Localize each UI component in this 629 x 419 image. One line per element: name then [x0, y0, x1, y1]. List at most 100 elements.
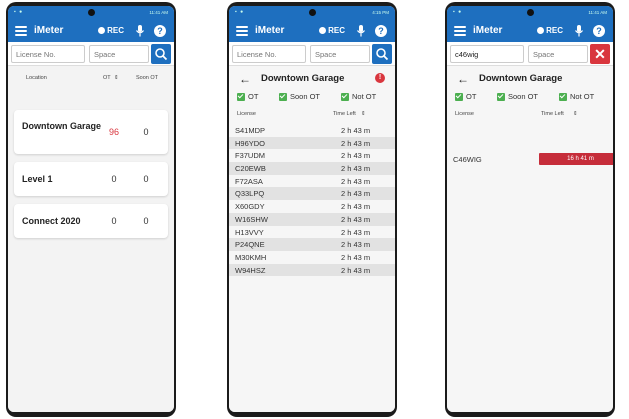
plate-row[interactable]: F72ASA 2 h 43 m: [229, 175, 395, 188]
plates-table-header: License Time Left ⇕: [229, 106, 395, 124]
menu-icon[interactable]: [15, 26, 27, 36]
plate-row[interactable]: Q33LPQ 2 h 43 m: [229, 187, 395, 201]
plate-license: C20EWB: [235, 164, 266, 174]
search-button[interactable]: [151, 44, 171, 64]
menu-icon[interactable]: [236, 26, 248, 36]
rec-dot-icon: [98, 27, 106, 34]
location-name: Level 1: [22, 174, 53, 184]
app-title: iMeter: [34, 25, 64, 36]
plate-time-left: 2 h 43 m: [341, 227, 371, 237]
license-search-input[interactable]: [450, 45, 524, 63]
filter-ot-label: OT: [466, 92, 477, 101]
plate-time-left: 2 h 43 m: [341, 214, 371, 224]
close-icon: ✕: [594, 46, 606, 62]
search-button[interactable]: [372, 44, 392, 64]
plate-row[interactable]: H13VVY 2 h 43 m: [229, 226, 395, 239]
garage-header: ← Downtown Garage: [447, 66, 613, 90]
status-icons: ▪ ●: [14, 9, 24, 15]
location-name: Connect 2020: [22, 216, 81, 226]
app-title: iMeter: [255, 25, 285, 36]
menu-icon[interactable]: [454, 26, 466, 36]
back-arrow-icon[interactable]: ←: [239, 72, 251, 86]
rec-toggle[interactable]: REC: [319, 26, 345, 35]
locations-header: Location OT ⇕ Soon OT: [8, 66, 174, 88]
plate-row[interactable]: F37UDM 2 h 43 m: [229, 149, 395, 162]
plate-license: X60GDY: [235, 202, 265, 212]
filter-row: OT Soon OT Not OT: [229, 90, 395, 106]
rec-toggle[interactable]: REC: [98, 26, 124, 35]
space-search-input[interactable]: [89, 45, 149, 63]
col-time-left[interactable]: Time Left: [333, 111, 356, 117]
help-icon[interactable]: ?: [593, 25, 605, 37]
search-icon: [155, 48, 168, 61]
search-row: [8, 42, 174, 66]
sort-icon[interactable]: ⇕: [114, 75, 119, 81]
space-search-input[interactable]: [310, 45, 370, 63]
plate-license: H13VVY: [235, 227, 264, 237]
plate-row[interactable]: H96YDO 2 h 43 m: [229, 136, 395, 150]
location-ot-count: 0: [111, 174, 117, 184]
plate-row[interactable]: W94HSZ 2 h 43 m: [229, 263, 395, 277]
checkbox-checked-icon: [237, 92, 245, 101]
plate-time-left: 2 h 43 m: [341, 252, 371, 262]
plate-time-left: 2 h 43 m: [341, 189, 371, 199]
search-row: ✕: [447, 42, 613, 66]
phone-1: ▪ ● 11:41 AM iMeter REC ? Locatio: [6, 2, 176, 417]
rec-toggle[interactable]: REC: [537, 26, 563, 35]
location-name: Downtown Garage: [22, 121, 102, 131]
location-card-connect[interactable]: Connect 2020 0 0: [14, 204, 168, 238]
location-ot-count: 0: [111, 216, 117, 226]
mic-icon[interactable]: [574, 24, 584, 38]
garage-title: Downtown Garage: [261, 73, 345, 84]
location-soon-count: 0: [143, 127, 149, 137]
col-soon-ot[interactable]: Soon OT: [136, 75, 158, 81]
filter-soon-ot[interactable]: Soon OT: [279, 92, 320, 101]
col-time-left[interactable]: Time Left: [541, 111, 564, 117]
filter-not-ot[interactable]: Not OT: [559, 92, 594, 101]
clear-search-button[interactable]: ✕: [590, 44, 610, 64]
plate-row[interactable]: M30KMH 2 h 43 m: [229, 251, 395, 264]
filter-not-ot-label: Not OT: [352, 92, 377, 101]
filter-soon-ot[interactable]: Soon OT: [497, 92, 538, 101]
location-card-downtown[interactable]: Downtown Garage 96 0: [14, 110, 168, 154]
col-license: License: [455, 111, 474, 117]
status-bar: ▪ ● 11:41 AM: [8, 6, 174, 20]
space-search-input[interactable]: [528, 45, 588, 63]
plate-row[interactable]: S41MDP 2 h 43 m: [229, 124, 395, 137]
help-icon[interactable]: ?: [375, 25, 387, 37]
license-search-input[interactable]: [232, 45, 306, 63]
col-ot[interactable]: OT: [103, 75, 111, 81]
plate-row[interactable]: P24QNE 2 h 43 m: [229, 238, 395, 251]
location-card-level1[interactable]: Level 1 0 0: [14, 162, 168, 196]
garage-header: ← Downtown Garage !: [229, 66, 395, 90]
plate-time-left: 2 h 43 m: [341, 126, 371, 135]
plate-row[interactable]: C20EWB 2 h 43 m: [229, 162, 395, 175]
mic-icon[interactable]: [356, 24, 366, 38]
license-search-input[interactable]: [11, 45, 85, 63]
filter-not-ot-label: Not OT: [570, 92, 595, 101]
plate-time-left: 2 h 43 m: [341, 138, 371, 148]
mic-icon[interactable]: [135, 24, 145, 38]
help-icon[interactable]: ?: [154, 25, 166, 37]
plate-row[interactable]: X60GDY 2 h 43 m: [229, 200, 395, 213]
search-icon: [376, 48, 389, 61]
sort-icon[interactable]: ⇕: [573, 111, 578, 117]
plate-row[interactable]: W16SHW 2 h 43 m: [229, 212, 395, 226]
status-time: 11:41 AM: [588, 10, 607, 15]
filter-ot[interactable]: OT: [455, 92, 476, 101]
status-icons: ▪ ●: [235, 9, 245, 15]
plate-time-left: 2 h 43 m: [341, 265, 371, 275]
plate-time-left: 2 h 43 m: [341, 240, 371, 250]
back-arrow-icon[interactable]: ←: [457, 72, 469, 86]
result-row[interactable]: C46WIG 16 h 41 m: [447, 152, 613, 166]
sort-icon[interactable]: ⇕: [361, 111, 366, 117]
app-bar: iMeter REC ?: [447, 20, 613, 42]
plate-license: S41MDP: [235, 126, 266, 135]
checkbox-checked-icon: [455, 92, 463, 101]
filter-ot[interactable]: OT: [237, 92, 258, 101]
filter-not-ot[interactable]: Not OT: [341, 92, 376, 101]
plate-license: F37UDM: [235, 151, 266, 161]
alert-icon[interactable]: !: [375, 73, 385, 83]
screen-locations: ▪ ● 11:41 AM iMeter REC ? Locatio: [8, 6, 174, 412]
filter-ot-label: OT: [248, 92, 259, 101]
